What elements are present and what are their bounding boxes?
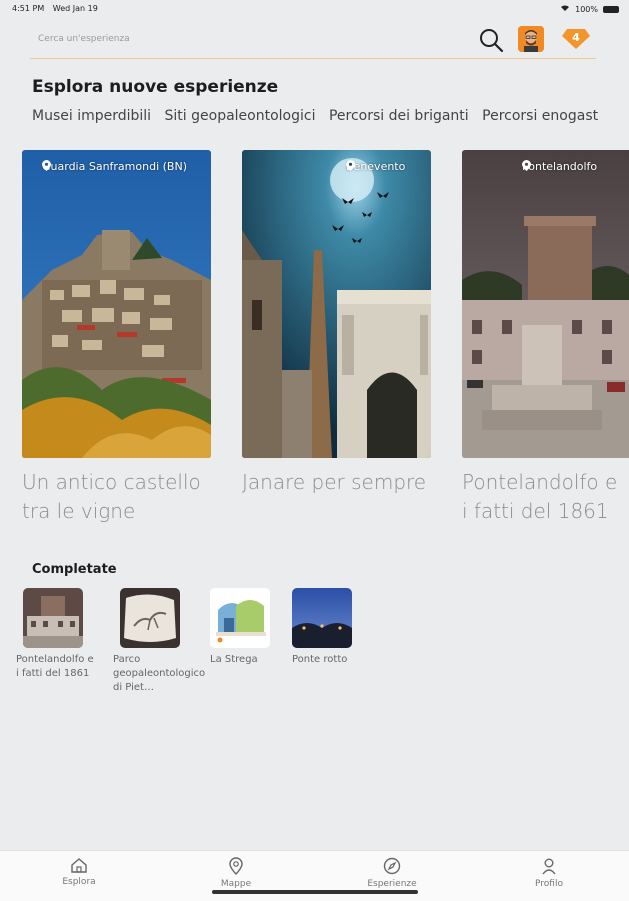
- tab-esplora[interactable]: Esplora: [19, 857, 139, 887]
- completed-item-image[interactable]: [120, 588, 180, 648]
- completed-item-image[interactable]: [292, 588, 352, 648]
- completed-title: Completate: [32, 562, 117, 577]
- home-indicator: [212, 890, 418, 894]
- status-time: 4:51 PM: [12, 4, 45, 13]
- completed-item-image[interactable]: [23, 588, 83, 648]
- person-icon: [542, 858, 556, 875]
- home-icon: [71, 858, 87, 873]
- completed-item-label[interactable]: Ponte rotto: [292, 653, 370, 667]
- tab-esperienze[interactable]: Esperienze: [332, 857, 452, 889]
- completed-item-image[interactable]: [210, 588, 270, 648]
- status-date: Wed Jan 19: [52, 4, 98, 13]
- map-pin-icon: [346, 160, 355, 171]
- completed-item-label[interactable]: Parco geopaleontologico di Piet…: [113, 653, 205, 695]
- page-title: Esplora nuove esperienze: [32, 77, 279, 97]
- card-image: [22, 150, 211, 458]
- search-bar: 4: [30, 24, 596, 59]
- card-title[interactable]: Un antico castello tra le vigne: [22, 468, 212, 526]
- category-chip[interactable]: Percorsi dei briganti: [329, 108, 469, 124]
- search-icon[interactable]: [478, 27, 504, 53]
- tab-mappe[interactable]: Mappe: [176, 857, 296, 889]
- card-location: Guardia Sanframondi (BN): [42, 160, 187, 173]
- tab-profilo[interactable]: Profilo: [489, 857, 609, 889]
- tab-label: Mappe: [220, 879, 252, 889]
- experience-card[interactable]: Benevento: [242, 150, 431, 458]
- compass-icon: [383, 857, 401, 875]
- experience-card[interactable]: Guardia Sanframondi (BN): [22, 150, 211, 458]
- card-image: [242, 150, 431, 458]
- map-pin-icon: [42, 160, 51, 171]
- card-location: Pontelandolfo: [522, 160, 598, 173]
- card-image: [462, 150, 629, 458]
- gem-badge[interactable]: 4: [561, 28, 591, 50]
- tab-label: Esplora: [62, 877, 96, 887]
- tab-label: Esperienze: [367, 879, 417, 889]
- category-chip[interactable]: Percorsi enogastr: [482, 108, 598, 124]
- avatar[interactable]: [518, 26, 544, 52]
- completed-item-label[interactable]: La Strega: [210, 653, 288, 667]
- battery-icon: [603, 5, 619, 13]
- gem-count: 4: [572, 31, 580, 44]
- status-bar: 4:51 PM Wed Jan 19 100%: [0, 0, 629, 18]
- category-chip[interactable]: Siti geopaleontologici: [165, 108, 316, 124]
- battery-percent: 100%: [575, 4, 598, 14]
- category-chip[interactable]: Musei imperdibili: [32, 108, 151, 124]
- map-pin-icon: [229, 857, 243, 875]
- experience-card[interactable]: Pontelandolfo: [462, 150, 629, 458]
- wifi-icon: [560, 4, 570, 14]
- card-title[interactable]: Pontelandolfo e i fatti del 1861: [462, 468, 629, 526]
- map-pin-icon: [522, 160, 531, 171]
- search-input[interactable]: [38, 30, 338, 48]
- completed-item-label[interactable]: Pontelandolfo e i fatti del 1861: [16, 653, 94, 681]
- card-title[interactable]: Janare per sempre: [242, 468, 432, 497]
- category-tabs: Musei imperdibili Siti geopaleontologici…: [32, 108, 598, 130]
- tab-label: Profilo: [535, 879, 563, 889]
